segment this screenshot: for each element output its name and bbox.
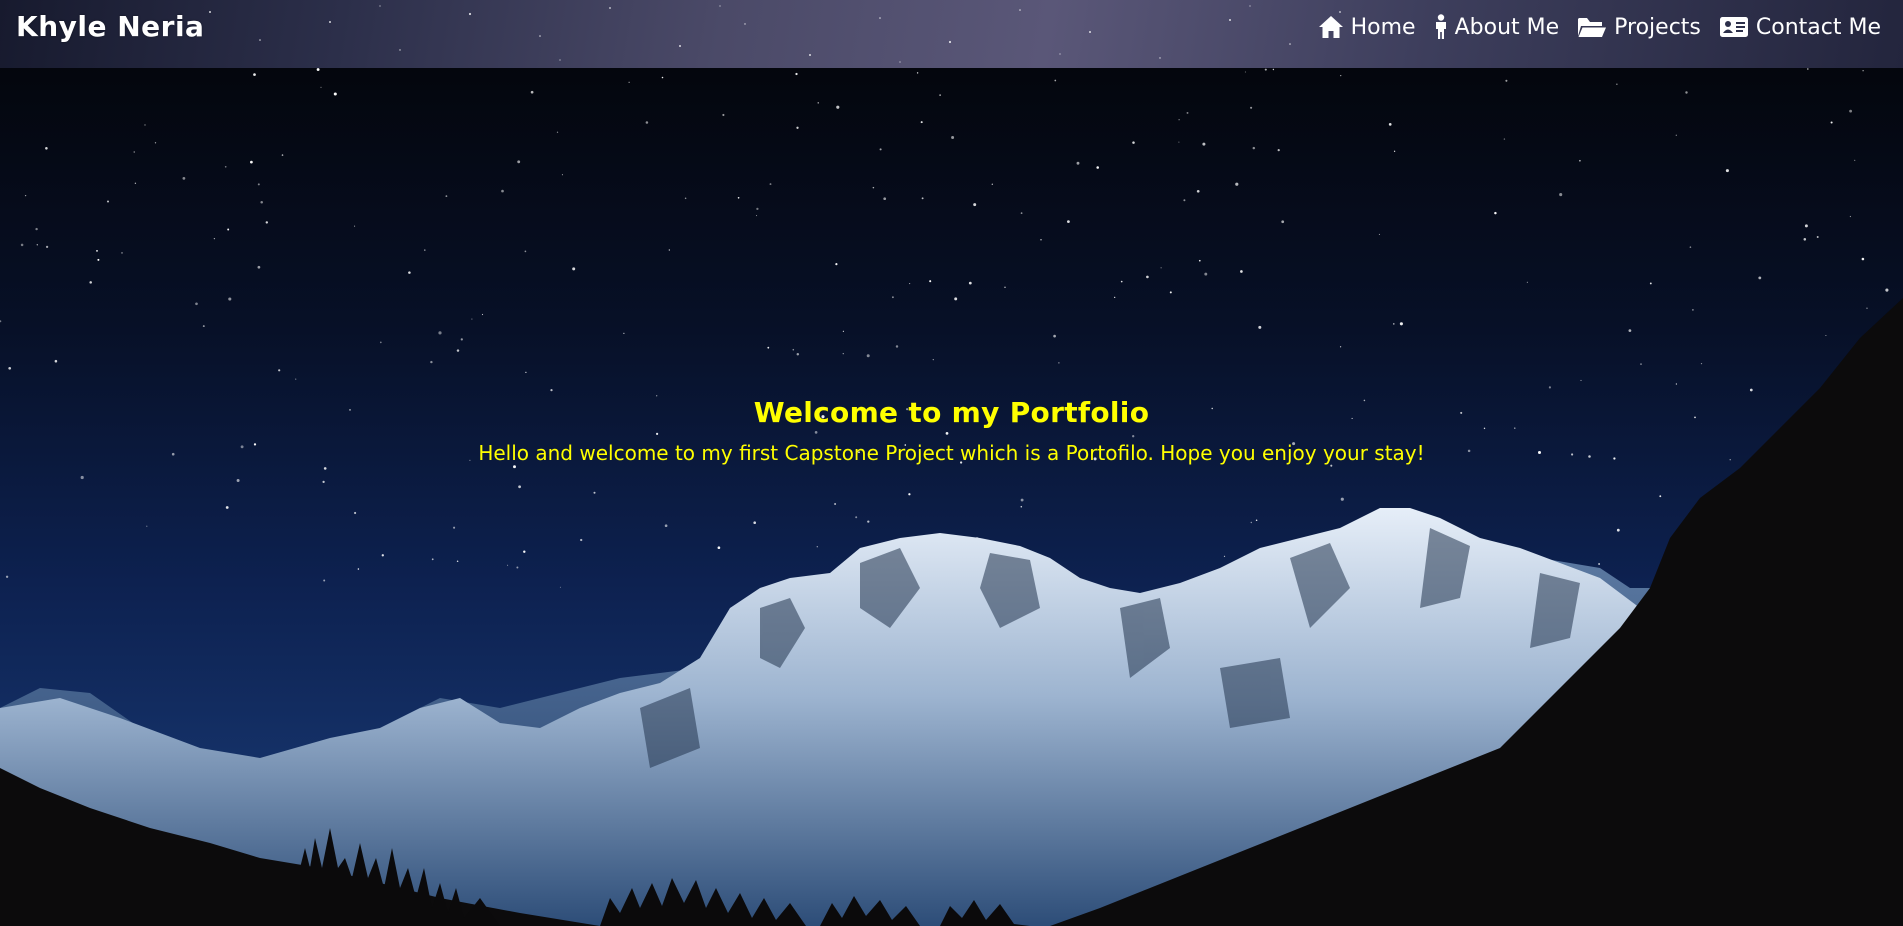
nav-label-about-me: About Me — [1454, 14, 1560, 40]
address-card-icon — [1719, 16, 1749, 38]
hero-title: Welcome to my Portfolio — [753, 396, 1150, 429]
nav-item-contact-me[interactable]: Contact Me — [1719, 15, 1881, 40]
folder-open-icon — [1577, 16, 1607, 38]
nav-item-about-me[interactable]: About Me — [1434, 14, 1560, 40]
hero-background-image — [0, 68, 1903, 926]
home-icon — [1318, 15, 1344, 39]
nav-label-contact-me: Contact Me — [1755, 14, 1881, 40]
brand-name[interactable]: Khyle Neria — [16, 10, 204, 43]
hero-section: Welcome to my Portfolio Hello and welcom… — [0, 68, 1903, 926]
hero-text-block: Welcome to my Portfolio Hello and welcom… — [0, 396, 1903, 465]
nav-item-projects[interactable]: Projects — [1577, 15, 1701, 40]
person-icon — [1434, 14, 1448, 40]
nav-label-home: Home — [1350, 14, 1416, 40]
nav-item-home[interactable]: Home — [1318, 15, 1416, 40]
nav-label-projects: Projects — [1614, 14, 1701, 40]
nav-links: Home About Me Projects Contact Me — [1318, 14, 1881, 40]
hero-subtitle: Hello and welcome to my first Capstone P… — [478, 441, 1425, 465]
portfolio-page: Khyle Neria Home About Me Projects Conta… — [0, 0, 1903, 926]
navbar: Khyle Neria Home About Me Projects Conta… — [0, 0, 1903, 68]
